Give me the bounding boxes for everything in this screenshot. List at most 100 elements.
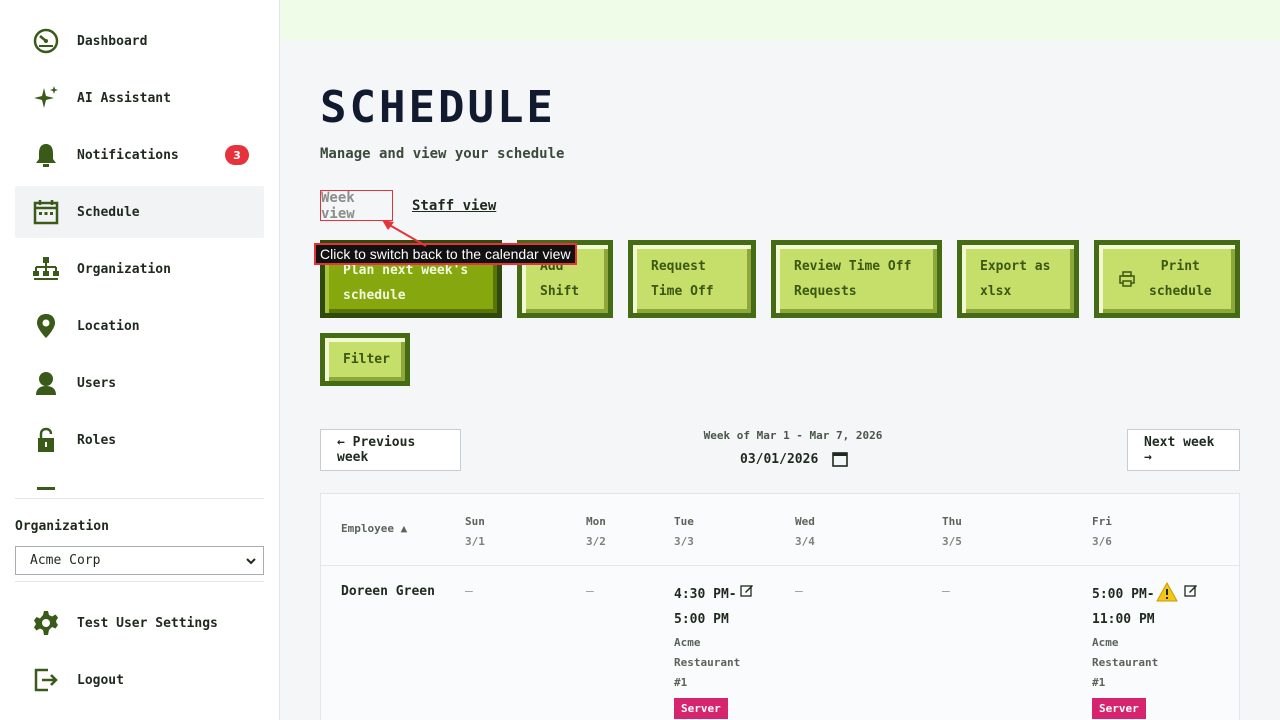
location-line: Acme — [1092, 636, 1119, 649]
sparkle-icon — [30, 82, 62, 114]
notification-count-badge: 3 — [225, 145, 249, 165]
sidebar-item-label: Users — [77, 375, 117, 391]
week-date-input[interactable]: 03/01/2026 — [740, 451, 849, 467]
day-header: Wed 3/4 — [795, 512, 815, 552]
button-label: Filter — [343, 352, 390, 367]
request-time-off-button[interactable]: Request Time Off — [628, 240, 756, 318]
schedule-table: Employee ▲ Sun 3/1 Mon 3/2 Tue 3/3 Wed 3… — [320, 493, 1240, 720]
button-label: Requests — [794, 284, 857, 299]
filter-button[interactable]: Filter — [320, 333, 410, 386]
day-date: 3/1 — [465, 535, 485, 548]
sidebar-bottom-nav: Test User Settings Logout — [15, 597, 264, 711]
sidebar-item-label: Location — [77, 318, 140, 334]
day-date: 3/6 — [1092, 535, 1112, 548]
sidebar-item-roles[interactable]: Roles — [15, 414, 264, 466]
gear-icon — [30, 607, 62, 639]
previous-week-button[interactable]: ← Previous week — [320, 429, 461, 471]
shift-start-time: 4:30 PM- — [674, 587, 737, 602]
export-xlsx-button[interactable]: Export as xlsx — [957, 240, 1079, 318]
sidebar-item-label: Notifications — [77, 147, 179, 163]
sidebar-item-dashboard[interactable]: Dashboard — [15, 15, 264, 67]
day-name: Wed — [795, 515, 815, 528]
sidebar-item-organization[interactable]: Organization — [15, 243, 264, 295]
button-label: Request — [651, 259, 706, 274]
week-range-label: Week of Mar 1 - Mar 7, 2026 — [703, 429, 883, 442]
button-label: xlsx — [980, 284, 1012, 299]
day-name: Thu — [942, 515, 962, 528]
logout-icon — [30, 664, 62, 696]
review-time-off-requests-button[interactable]: Review Time Off Requests — [771, 240, 942, 318]
sidebar-item-location[interactable]: Location — [15, 300, 264, 352]
empty-cell: – — [795, 584, 803, 599]
sidebar-item-users[interactable]: Users — [15, 357, 264, 409]
user-icon — [30, 367, 62, 399]
chevron-down-icon — [246, 558, 256, 565]
button-label: schedule — [343, 288, 406, 303]
tooltip: Click to switch back to the calendar vie… — [314, 243, 577, 265]
sidebar-item-label: Roles — [77, 432, 117, 448]
sidebar: Dashboard AI Assistant Notifications 3 S… — [0, 0, 280, 720]
day-header: Sun 3/1 — [465, 512, 485, 552]
button-label: Time Off — [651, 284, 714, 299]
shift-card[interactable]: 5:00 PM- 11:00 PM Acme Restaurant #1 Ser… — [1092, 582, 1197, 719]
location-line: Acme — [674, 636, 701, 649]
sidebar-item-label: Dashboard — [77, 33, 148, 49]
calendar-picker-icon[interactable] — [832, 451, 849, 467]
sidebar-item-label: AI Assistant — [77, 90, 171, 106]
day-date: 3/3 — [674, 535, 694, 548]
employee-name: Doreen Green — [341, 584, 435, 599]
calendar-icon — [30, 196, 62, 228]
role-badge: Server — [674, 698, 728, 719]
staff-view-link[interactable]: Staff view — [412, 198, 496, 214]
button-label: Export as — [980, 259, 1051, 274]
print-schedule-button[interactable]: Print schedule — [1094, 240, 1240, 318]
day-date: 3/2 — [586, 535, 606, 548]
empty-cell: – — [465, 584, 473, 599]
sidebar-divider — [15, 498, 264, 499]
empty-cell: – — [942, 584, 950, 599]
table-header: Employee ▲ Sun 3/1 Mon 3/2 Tue 3/3 Wed 3… — [321, 494, 1239, 566]
empty-cell: – — [586, 584, 594, 599]
week-date-value: 03/01/2026 — [740, 451, 819, 467]
sidebar-item-more[interactable] — [15, 471, 264, 490]
sidebar-item-test-user-settings[interactable]: Test User Settings — [15, 597, 264, 649]
sidebar-item-label: Test User Settings — [77, 615, 218, 631]
location-line: #1 — [674, 676, 688, 689]
organization-label: Organization — [15, 519, 109, 534]
org-chart-icon — [30, 253, 62, 285]
day-name: Tue — [674, 515, 694, 528]
day-name: Sun — [465, 515, 485, 528]
warning-icon[interactable] — [1156, 582, 1178, 602]
location-pin-icon — [30, 310, 62, 342]
tooltip-arrow-icon — [382, 220, 427, 247]
role-badge: Server — [1092, 698, 1146, 719]
next-week-button[interactable]: Next week → — [1127, 429, 1240, 471]
button-label: Review Time Off — [794, 259, 912, 274]
day-name: Fri — [1092, 515, 1112, 528]
day-header: Fri 3/6 — [1092, 512, 1112, 552]
shift-card[interactable]: 4:30 PM- 5:00 PM Acme Restaurant #1 Serv… — [674, 582, 774, 719]
sidebar-item-schedule[interactable]: Schedule — [15, 186, 264, 238]
employee-sort-header[interactable]: Employee ▲ — [341, 519, 407, 539]
day-name: Mon — [586, 515, 606, 528]
clipboard-icon — [30, 481, 62, 490]
button-label: schedule — [1149, 284, 1212, 299]
week-view-link[interactable]: Week view — [320, 190, 393, 222]
day-date: 3/5 — [942, 535, 962, 548]
sidebar-item-notifications[interactable]: Notifications 3 — [15, 129, 264, 181]
organization-select[interactable]: Acme Corp — [15, 546, 264, 575]
sidebar-item-ai-assistant[interactable]: AI Assistant — [15, 72, 264, 124]
bell-icon — [30, 139, 62, 171]
location-line: #1 — [1092, 676, 1106, 689]
shift-location: Acme Restaurant #1 — [674, 633, 774, 693]
day-header: Mon 3/2 — [586, 512, 606, 552]
sidebar-item-logout[interactable]: Logout — [15, 654, 264, 706]
edit-icon[interactable] — [1184, 583, 1198, 597]
shift-end-time: 5:00 PM — [674, 612, 729, 627]
sidebar-item-label: Organization — [77, 261, 171, 277]
page-subtitle: Manage and view your schedule — [320, 146, 565, 162]
view-toggle: Week view Staff view — [320, 190, 496, 222]
day-header: Tue 3/3 — [674, 512, 694, 552]
edit-icon[interactable] — [740, 583, 754, 597]
printer-icon — [1119, 271, 1135, 287]
